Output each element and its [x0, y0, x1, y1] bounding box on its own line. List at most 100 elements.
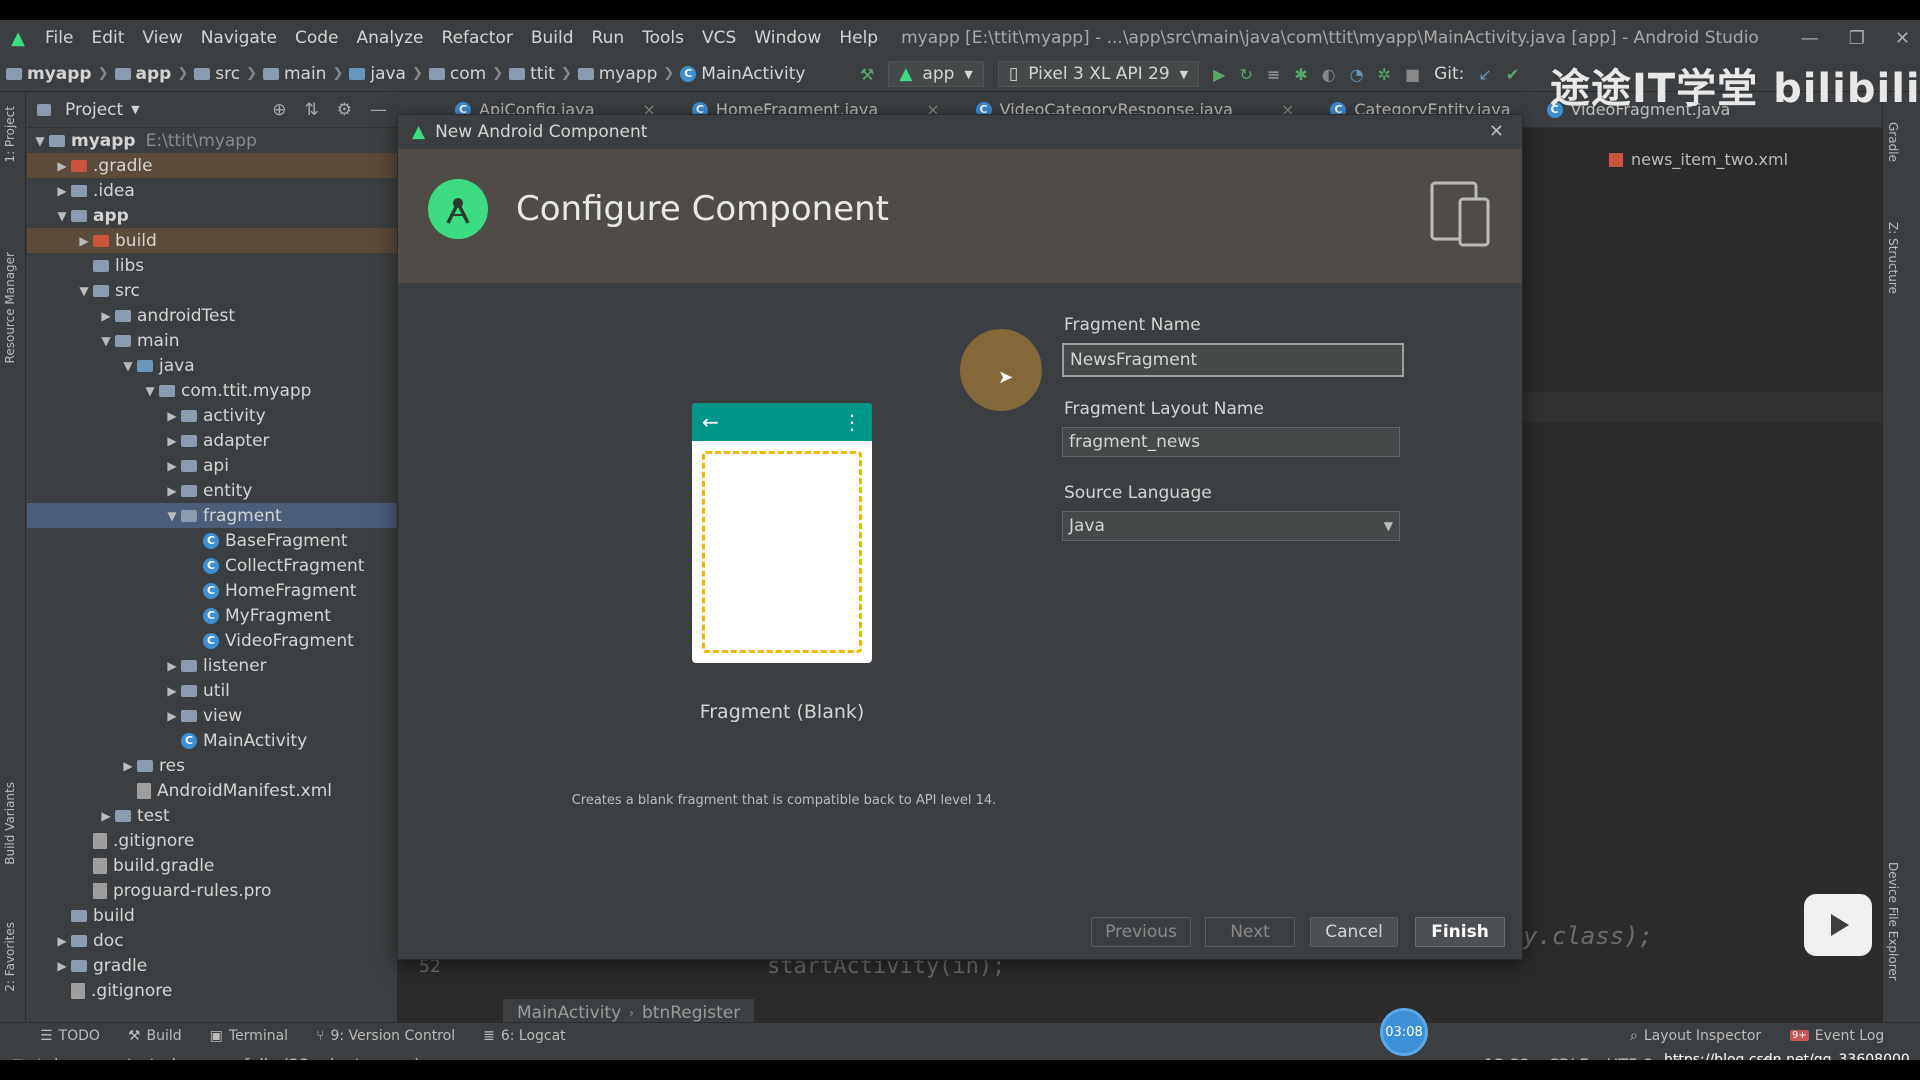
tree-item[interactable]: AndroidManifest.xml: [27, 778, 397, 803]
expanded-arrow-icon[interactable]: ▼: [163, 509, 181, 523]
project-view-select[interactable]: Project: [65, 100, 123, 120]
device-file-explorer-tool-button[interactable]: Device File Explorer: [1886, 862, 1900, 981]
fragment-name-field[interactable]: NewsFragment: [1062, 343, 1404, 377]
run-config-select[interactable]: ▲ app ▼: [888, 61, 984, 87]
run-icon[interactable]: ▶: [1213, 65, 1225, 84]
favorites-tool-button[interactable]: 2: Favorites: [3, 922, 17, 992]
source-language-select[interactable]: Java ▼: [1062, 511, 1400, 541]
breadcrumb-com[interactable]: com: [423, 64, 492, 84]
apply-changes-icon[interactable]: ↻: [1239, 65, 1252, 84]
breadcrumb-mainactivity[interactable]: C MainActivity: [674, 64, 811, 84]
tree-item[interactable]: ▶ .idea: [27, 178, 397, 203]
collapsed-arrow-icon[interactable]: ▶: [53, 934, 71, 948]
breadcrumb-java[interactable]: java: [343, 64, 412, 84]
minimize-icon[interactable]: —: [1801, 28, 1819, 49]
collapsed-arrow-icon[interactable]: ▶: [53, 959, 71, 973]
menu-analyze[interactable]: Analyze: [348, 28, 433, 48]
menu-run[interactable]: Run: [583, 28, 634, 48]
tree-item[interactable]: proguard-rules.pro: [27, 878, 397, 903]
breadcrumb-myapp[interactable]: myapp: [0, 64, 98, 84]
todo-tool-button[interactable]: ☰ TODO: [40, 1028, 100, 1044]
tree-item[interactable]: ▼ app: [27, 203, 397, 228]
menu-navigate[interactable]: Navigate: [192, 28, 286, 48]
collapsed-arrow-icon[interactable]: ▶: [119, 759, 137, 773]
breadcrumb-main[interactable]: main: [257, 64, 332, 84]
coverage-icon[interactable]: ≡: [1267, 65, 1280, 84]
attach-debugger-icon[interactable]: ✲: [1378, 65, 1391, 84]
collapsed-arrow-icon[interactable]: ▶: [97, 309, 115, 323]
tree-item[interactable]: ▼ com.ttit.myapp: [27, 378, 397, 403]
profile-icon[interactable]: ◐: [1322, 65, 1336, 84]
collapsed-arrow-icon[interactable]: ▶: [163, 684, 181, 698]
menu-build[interactable]: Build: [522, 28, 583, 48]
tree-item[interactable]: ▶ util: [27, 678, 397, 703]
tree-item[interactable]: .gitignore: [27, 828, 397, 853]
project-tool-button[interactable]: 1: Project: [3, 106, 17, 163]
menu-help[interactable]: Help: [830, 28, 887, 48]
tree-item[interactable]: ▶ doc: [27, 928, 397, 953]
finish-button[interactable]: Finish: [1415, 917, 1505, 947]
event-log-tool-button[interactable]: 9+ Event Log: [1790, 1028, 1884, 1044]
breadcrumb-src[interactable]: src: [188, 64, 246, 84]
expanded-arrow-icon[interactable]: ▼: [141, 384, 159, 398]
collapsed-arrow-icon[interactable]: ▶: [163, 459, 181, 473]
tree-item[interactable]: C MainActivity: [27, 728, 397, 753]
menu-window[interactable]: Window: [745, 28, 830, 48]
tree-item[interactable]: ▶ res: [27, 753, 397, 778]
tree-item[interactable]: ▶ build: [27, 228, 397, 253]
tree-item[interactable]: ▶ adapter: [27, 428, 397, 453]
chevron-down-icon[interactable]: ▼: [131, 103, 139, 116]
gear-icon[interactable]: ⚙: [337, 100, 352, 120]
menu-edit[interactable]: Edit: [82, 28, 133, 48]
locate-icon[interactable]: ⊕: [272, 100, 286, 120]
tree-item[interactable]: ▶ api: [27, 453, 397, 478]
tree-item[interactable]: ▼ fragment: [27, 503, 397, 528]
tree-item[interactable]: C MyFragment: [27, 603, 397, 628]
tree-item[interactable]: ▶ activity: [27, 403, 397, 428]
collapse-all-icon[interactable]: ⇅: [305, 100, 319, 120]
tree-item[interactable]: ▶ listener: [27, 653, 397, 678]
breadcrumb-myapp-package[interactable]: myapp: [572, 64, 664, 84]
gradle-tool-button[interactable]: Gradle: [1886, 122, 1900, 162]
cancel-button[interactable]: Cancel: [1310, 917, 1398, 947]
collapsed-arrow-icon[interactable]: ▶: [97, 809, 115, 823]
expanded-arrow-icon[interactable]: ▼: [119, 359, 137, 373]
tree-item[interactable]: ▶ entity: [27, 478, 397, 503]
expanded-arrow-icon[interactable]: ▼: [75, 284, 93, 298]
tree-item[interactable]: build: [27, 903, 397, 928]
close-dialog-icon[interactable]: ✕: [1489, 121, 1504, 142]
terminal-tool-button[interactable]: ▣ Terminal: [210, 1028, 288, 1044]
tree-item[interactable]: .gitignore: [27, 978, 397, 1003]
git-update-icon[interactable]: ↙: [1478, 65, 1491, 84]
collapsed-arrow-icon[interactable]: ▶: [163, 659, 181, 673]
build-tool-button[interactable]: ⚒ Build: [128, 1028, 182, 1044]
editor-crumb-member[interactable]: btnRegister: [642, 1003, 740, 1023]
tree-item[interactable]: C BaseFragment: [27, 528, 397, 553]
tree-item[interactable]: ▶ gradle: [27, 953, 397, 978]
tree-item[interactable]: C VideoFragment: [27, 628, 397, 653]
layout-inspector-tool-button[interactable]: ⌕ Layout Inspector: [1630, 1028, 1761, 1044]
resource-manager-tool-button[interactable]: Resource Manager: [3, 252, 17, 363]
tree-item[interactable]: ▶ .gradle: [27, 153, 397, 178]
version-control-tool-button[interactable]: ⑂ 9: Version Control: [316, 1028, 455, 1044]
git-commit-icon[interactable]: ✔: [1506, 65, 1519, 84]
tree-item[interactable]: ▼ src: [27, 278, 397, 303]
collapsed-arrow-icon[interactable]: ▶: [163, 484, 181, 498]
profiler-icon[interactable]: ◔: [1350, 65, 1364, 84]
editor-crumb-class[interactable]: MainActivity: [517, 1003, 621, 1023]
debug-icon[interactable]: ✱: [1294, 65, 1307, 84]
menu-file[interactable]: File: [36, 28, 82, 48]
collapsed-arrow-icon[interactable]: ▶: [53, 184, 71, 198]
tree-item[interactable]: ▼ main: [27, 328, 397, 353]
collapsed-arrow-icon[interactable]: ▶: [163, 434, 181, 448]
menu-code[interactable]: Code: [286, 28, 348, 48]
tree-item[interactable]: ▶ test: [27, 803, 397, 828]
tab-news-item-two[interactable]: news_item_two.xml ×: [1609, 150, 1905, 169]
tree-item[interactable]: libs: [27, 253, 397, 278]
expanded-arrow-icon[interactable]: ▼: [53, 209, 71, 223]
previous-button[interactable]: Previous: [1091, 917, 1191, 947]
close-window-icon[interactable]: ✕: [1895, 28, 1910, 49]
hide-icon[interactable]: —: [370, 100, 387, 120]
menu-tools[interactable]: Tools: [633, 28, 693, 48]
tree-item[interactable]: ▶ androidTest: [27, 303, 397, 328]
